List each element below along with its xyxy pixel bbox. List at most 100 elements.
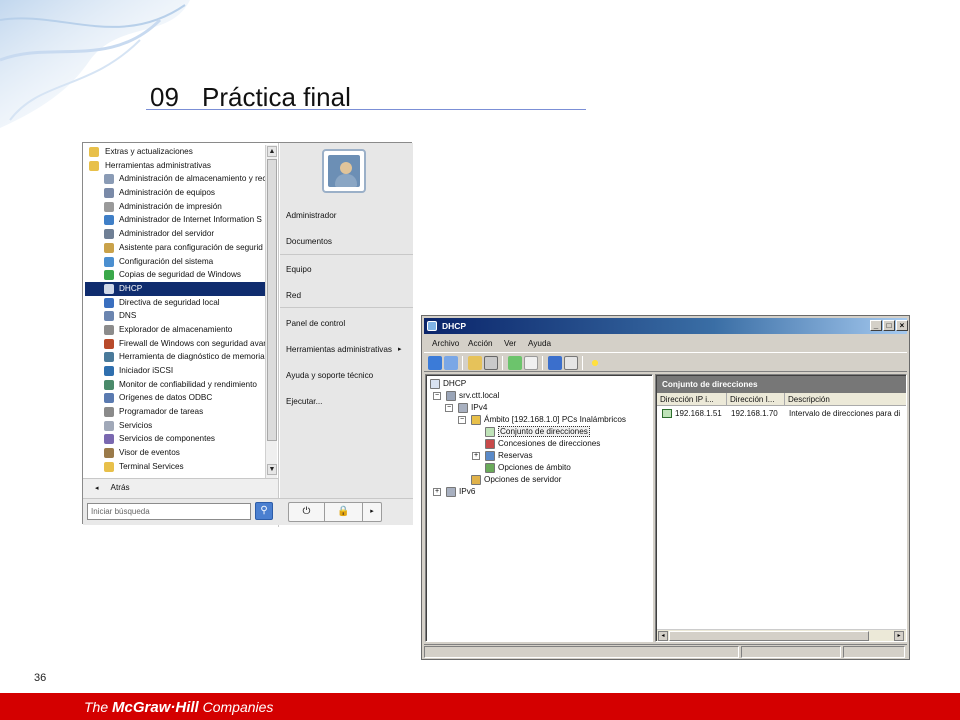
expand-icon[interactable]: + <box>433 488 441 496</box>
tree-node[interactable]: + IPv6 <box>433 486 475 498</box>
program-item[interactable]: Iniciador iSCSI <box>85 364 265 378</box>
start-menu-place-item[interactable]: Ejecutar... <box>286 397 322 406</box>
start-menu-place-item[interactable]: Red <box>286 291 301 300</box>
user-avatar[interactable] <box>322 149 366 193</box>
minimize-button[interactable]: _ <box>870 320 882 331</box>
table-row[interactable]: 192.168.1.51 192.168.1.70 Intervalo de dir… <box>657 408 906 420</box>
program-item[interactable]: Configuración del sistema <box>85 255 265 269</box>
scroll-right-button[interactable]: ▸ <box>894 631 904 641</box>
expand-icon[interactable]: + <box>472 452 480 460</box>
back-button[interactable]: ◂ Atrás <box>83 478 278 498</box>
program-item[interactable]: Terminal Services <box>85 460 265 474</box>
tree-node[interactable]: + Reservas <box>472 450 533 462</box>
export-list-icon[interactable] <box>524 356 538 370</box>
properties-icon[interactable] <box>564 356 578 370</box>
tree-node[interactable]: − Ámbito [192.168.1.0] PCs Inalámbricos <box>458 414 626 426</box>
program-item[interactable]: Asistente para configuración de segurid <box>85 241 265 255</box>
column-header[interactable]: Dirección IP i... <box>657 393 727 406</box>
start-menu-place-item[interactable]: Administrador <box>286 211 337 220</box>
up-folder-icon[interactable] <box>468 356 482 370</box>
program-item[interactable]: Copias de seguridad de Windows <box>85 268 265 282</box>
horizontal-scroll-thumb[interactable] <box>669 631 869 641</box>
program-item[interactable]: Administración de equipos <box>85 186 265 200</box>
ipv4-icon <box>458 403 468 413</box>
scroll-up-button[interactable]: ▲ <box>267 146 277 157</box>
lock-icon[interactable]: 🔒 <box>325 503 363 521</box>
server-icon <box>446 391 456 401</box>
program-item[interactable]: Directiva de seguridad local <box>85 296 265 310</box>
scroll-down-button[interactable]: ▼ <box>267 464 277 475</box>
horizontal-scrollbar[interactable]: ◂ ▸ <box>657 629 906 641</box>
page-number: 36 <box>34 672 47 684</box>
forward-arrow-icon[interactable] <box>444 356 458 370</box>
tree-node[interactable]: Opciones de servidor <box>471 474 562 486</box>
program-item[interactable]: Visor de eventos <box>85 446 265 460</box>
firewall-icon <box>104 338 114 349</box>
program-item[interactable]: DHCP <box>85 281 265 296</box>
menu-item[interactable]: Ayuda <box>528 336 551 351</box>
show-hide-tree-icon[interactable] <box>484 356 498 370</box>
program-item[interactable]: Servicios de componentes <box>85 432 265 446</box>
program-item[interactable]: Administración de almacenamiento y rec <box>85 172 265 186</box>
menu-item[interactable]: Ver <box>504 336 516 351</box>
menu-item[interactable]: Acción <box>468 336 493 351</box>
new-item-icon[interactable] <box>588 356 602 370</box>
start-menu-place-item[interactable]: Ayuda y soporte técnico <box>286 371 373 380</box>
start-menu-place-item[interactable]: Herramientas administrativas ▸ <box>286 345 402 354</box>
dhcp-icon <box>104 283 114 294</box>
scroll-left-button[interactable]: ◂ <box>658 631 668 641</box>
tree-node[interactable]: DHCP <box>430 378 466 390</box>
column-header[interactable]: Dirección I... <box>727 393 785 406</box>
program-item[interactable]: Administración de impresión <box>85 200 265 214</box>
place-item-label: Ejecutar... <box>286 397 323 406</box>
program-list-scrollbar[interactable]: ▲ ▼ <box>265 145 277 478</box>
back-arrow-icon[interactable] <box>428 356 442 370</box>
collapse-icon[interactable]: − <box>445 404 453 412</box>
program-item[interactable]: Extras y actualizaciones <box>85 145 265 159</box>
program-item[interactable]: Orígenes de datos ODBC <box>85 391 265 405</box>
program-item[interactable]: DNS <box>85 309 265 323</box>
program-item[interactable]: Servicios <box>85 419 265 433</box>
folder-icon <box>89 160 99 171</box>
maximize-button[interactable]: □ <box>883 320 895 331</box>
power-icon[interactable]: ⏻ <box>289 503 325 521</box>
program-item[interactable]: Monitor de confiabilidad y rendimiento <box>85 378 265 392</box>
tree-node[interactable]: − IPv4 <box>445 402 487 414</box>
tree-node[interactable]: Concesiones de direcciones <box>485 438 600 450</box>
program-item[interactable]: Herramienta de diagnóstico de memoria <box>85 350 265 364</box>
tree-node[interactable]: Conjunto de direcciones <box>485 426 590 438</box>
program-item-label: Visor de eventos <box>119 448 180 458</box>
collapse-icon[interactable]: − <box>458 416 466 424</box>
power-options-arrow-icon[interactable]: ▸ <box>363 503 381 521</box>
program-item[interactable]: Firewall de Windows con seguridad avar <box>85 337 265 351</box>
program-item[interactable]: Programador de tareas <box>85 405 265 419</box>
program-item[interactable]: Herramientas administrativas <box>85 159 265 173</box>
start-menu-place-item[interactable]: Equipo <box>286 265 312 274</box>
dhcp-title-bar[interactable]: DHCP _ □ × <box>424 318 908 334</box>
scroll-thumb[interactable] <box>267 159 277 441</box>
tree-node[interactable]: Opciones de ámbito <box>485 462 571 474</box>
component-services-icon <box>104 434 114 445</box>
collapse-icon[interactable]: − <box>433 392 441 400</box>
start-menu-place-item[interactable]: Documentos <box>286 237 332 246</box>
close-button[interactable]: × <box>896 320 908 331</box>
column-header[interactable]: Descripción <box>785 393 906 406</box>
program-item[interactable]: Administrador del servidor <box>85 227 265 241</box>
dhcp-window: DHCP _ □ × Archivo Acción Ver Ayuda DHCP − sr… <box>421 315 910 660</box>
start-menu-place-item[interactable]: Panel de control <box>286 319 345 328</box>
menu-item[interactable]: Archivo <box>432 336 459 351</box>
refresh-icon[interactable] <box>508 356 522 370</box>
dhcp-root-icon <box>430 379 440 389</box>
program-item[interactable]: Explorador de almacenamiento <box>85 323 265 337</box>
help-icon[interactable] <box>548 356 562 370</box>
server-manager-icon <box>104 229 114 240</box>
tree-node[interactable]: − srv.ctt.local <box>433 390 500 402</box>
tree-node-label: Opciones de servidor <box>484 475 562 484</box>
separator <box>280 307 413 308</box>
menu-bar: Archivo Acción Ver Ayuda <box>424 336 907 351</box>
tree-node-label: srv.ctt.local <box>459 391 500 400</box>
program-item[interactable]: Administrador de Internet Information S <box>85 213 265 227</box>
search-icon[interactable]: ⚲ <box>255 502 273 520</box>
start-search-input[interactable]: Iniciar búsqueda <box>87 503 251 520</box>
back-arrow-icon: ◂ <box>95 485 99 492</box>
